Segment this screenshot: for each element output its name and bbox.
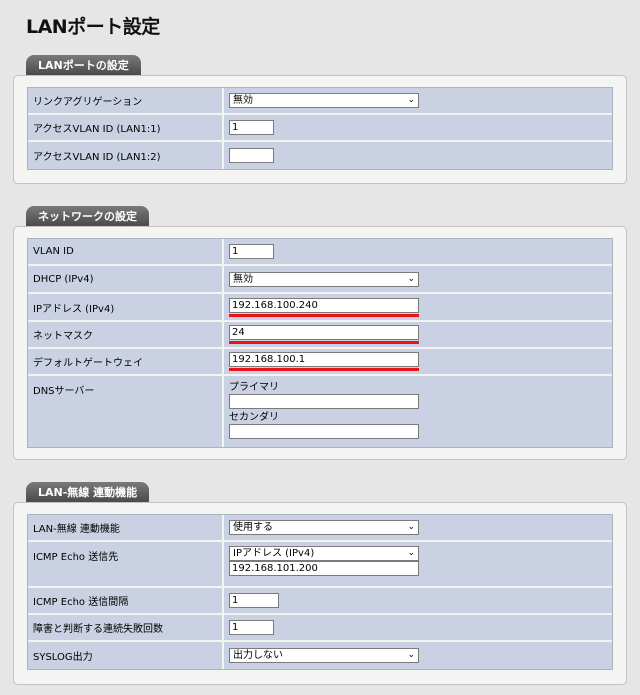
row-ip-address: IPアドレス (IPv4) 192.168.100.240 — [28, 294, 612, 322]
syslog-select[interactable]: 出力しない ⌄ — [229, 648, 419, 663]
link-aggregation-label: リンクアグリゲーション — [28, 88, 224, 115]
access-vlan-1-label: アクセスVLAN ID (LAN1:1) — [28, 115, 224, 142]
chevron-down-icon: ⌄ — [407, 522, 415, 532]
icmp-interval-label: ICMP Echo 送信間隔 — [28, 588, 224, 615]
row-dhcp: DHCP (IPv4) 無効 ⌄ — [28, 266, 612, 294]
link-aggregation-select[interactable]: 無効 ⌄ — [229, 93, 419, 108]
icmp-interval-input[interactable]: 1 — [229, 593, 279, 608]
dns-secondary-label: セカンダリ — [229, 412, 279, 423]
row-link-aggregation: リンクアグリゲーション 無効 ⌄ — [28, 88, 612, 115]
page-title: LANポート設定 — [26, 16, 160, 38]
syslog-label: SYSLOG出力 — [28, 642, 224, 669]
chevron-down-icon: ⌄ — [407, 548, 415, 558]
fail-count-input[interactable]: 1 — [229, 620, 274, 635]
dns-primary-input[interactable] — [229, 394, 419, 409]
lan-port-table: リンクアグリゲーション 無効 ⌄ アクセスVLAN ID (LAN1:1) 1 … — [27, 87, 613, 170]
lan-wireless-function-label: LAN-無線 連動機能 — [28, 515, 224, 542]
vlan-id-input[interactable]: 1 — [229, 244, 274, 259]
lan-wireless-table: LAN-無線 連動機能 使用する ⌄ ICMP Echo 送信先 IPアドレス … — [27, 514, 613, 670]
chevron-down-icon: ⌄ — [407, 95, 415, 105]
highlight-underline — [229, 313, 419, 317]
highlight-underline — [229, 341, 419, 344]
default-gateway-label: デフォルトゲートウェイ — [28, 349, 224, 376]
dns-secondary-input[interactable] — [229, 424, 419, 439]
panel-lan-wireless: LAN-無線 連動機能 使用する ⌄ ICMP Echo 送信先 IPアドレス … — [13, 502, 627, 685]
row-default-gateway: デフォルトゲートウェイ 192.168.100.1 — [28, 349, 612, 376]
chevron-down-icon: ⌄ — [407, 650, 415, 660]
netmask-label: ネットマスク — [28, 322, 224, 349]
lan-wireless-function-select[interactable]: 使用する ⌄ — [229, 520, 419, 535]
panel-network: VLAN ID 1 DHCP (IPv4) 無効 ⌄ IPアドレス (IPv4)… — [13, 226, 627, 460]
ip-address-input[interactable]: 192.168.100.240 — [229, 297, 419, 313]
fail-count-label: 障害と判断する連続失敗回数 — [28, 615, 224, 642]
ip-address-label: IPアドレス (IPv4) — [28, 294, 224, 322]
icmp-destination-label: ICMP Echo 送信先 — [28, 542, 224, 588]
dhcp-select[interactable]: 無効 ⌄ — [229, 271, 419, 287]
row-netmask: ネットマスク 24 — [28, 322, 612, 349]
row-lan-wireless-function: LAN-無線 連動機能 使用する ⌄ — [28, 515, 612, 542]
chevron-down-icon: ⌄ — [407, 273, 415, 284]
network-table: VLAN ID 1 DHCP (IPv4) 無効 ⌄ IPアドレス (IPv4)… — [27, 238, 613, 448]
highlight-underline — [229, 368, 419, 371]
row-syslog: SYSLOG出力 出力しない ⌄ — [28, 642, 612, 669]
row-icmp-interval: ICMP Echo 送信間隔 1 — [28, 588, 612, 615]
icmp-destination-input[interactable]: 192.168.101.200 — [229, 561, 419, 576]
netmask-input[interactable]: 24 — [229, 325, 419, 340]
section-tab-lan-wireless: LAN-無線 連動機能 — [26, 482, 150, 502]
row-fail-count: 障害と判断する連続失敗回数 1 — [28, 615, 612, 642]
dhcp-label: DHCP (IPv4) — [28, 266, 224, 294]
vlan-id-label: VLAN ID — [28, 239, 224, 266]
row-access-vlan-2: アクセスVLAN ID (LAN1:2) — [28, 142, 612, 169]
row-dns-server: DNSサーバー プライマリ セカンダリ — [28, 376, 612, 447]
row-vlan-id: VLAN ID 1 — [28, 239, 612, 266]
dns-server-label: DNSサーバー — [28, 376, 224, 447]
access-vlan-2-input[interactable] — [229, 148, 274, 163]
icmp-destination-type-select[interactable]: IPアドレス (IPv4) ⌄ — [229, 546, 419, 561]
section-tab-lan-port: LANポートの設定 — [26, 55, 141, 75]
row-icmp-destination: ICMP Echo 送信先 IPアドレス (IPv4) ⌄ 192.168.10… — [28, 542, 612, 588]
access-vlan-2-label: アクセスVLAN ID (LAN1:2) — [28, 142, 224, 169]
section-tab-network: ネットワークの設定 — [26, 206, 149, 226]
row-access-vlan-1: アクセスVLAN ID (LAN1:1) 1 — [28, 115, 612, 142]
access-vlan-1-input[interactable]: 1 — [229, 120, 274, 135]
panel-lan-port: リンクアグリゲーション 無効 ⌄ アクセスVLAN ID (LAN1:1) 1 … — [13, 75, 627, 184]
default-gateway-input[interactable]: 192.168.100.1 — [229, 352, 419, 367]
dns-primary-label: プライマリ — [229, 382, 279, 393]
